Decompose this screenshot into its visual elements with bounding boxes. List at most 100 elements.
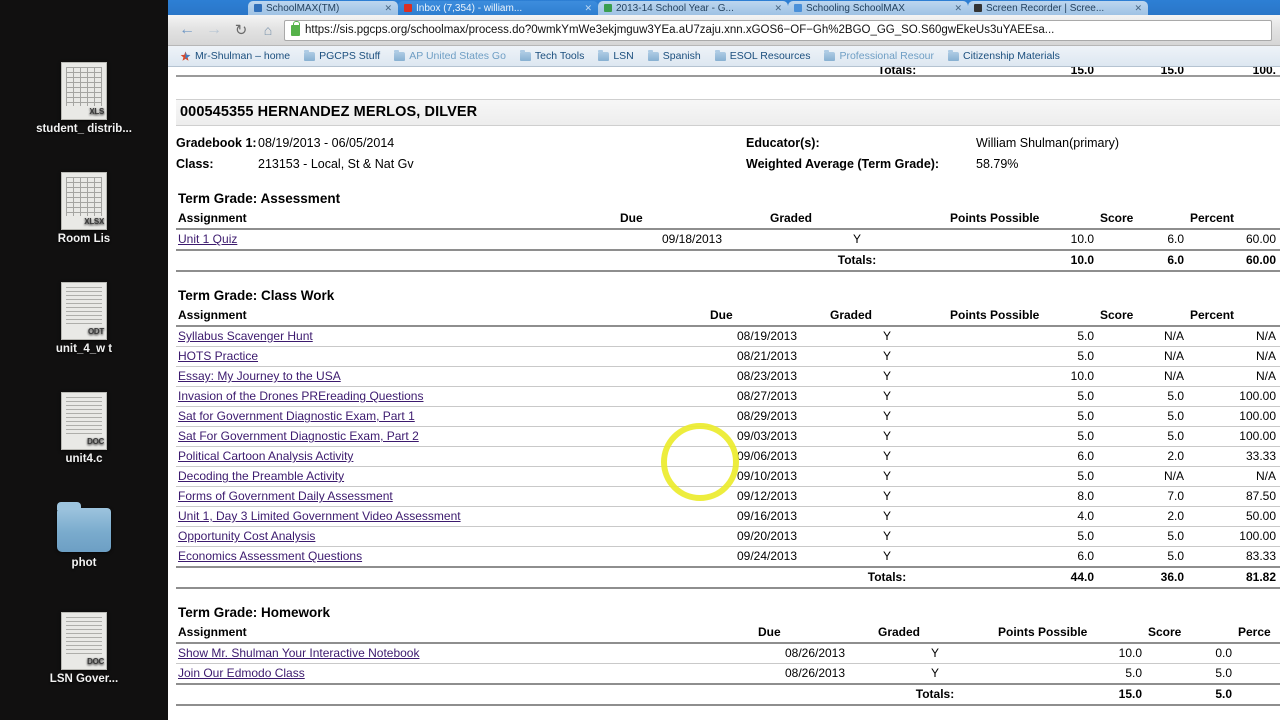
assignment-link[interactable]: Invasion of the Drones PREreading Questi… [178, 389, 423, 403]
tab-close-icon[interactable]: ✕ [379, 3, 392, 14]
desktop-icon-5[interactable]: DOC LSN Gover... [0, 612, 168, 686]
class-value: 213153 - Local, St & Nat Gv [258, 157, 414, 171]
cell-percent: 100.00 [1188, 426, 1280, 447]
assignment-link[interactable]: Decoding the Preamble Activity [178, 469, 344, 483]
tab-close-icon[interactable]: ✕ [1129, 3, 1142, 14]
assignment-link[interactable]: Economics Assessment Questions [178, 549, 362, 563]
assignment-link[interactable]: Sat For Government Diagnostic Exam, Part… [178, 429, 419, 443]
assignment-link[interactable]: Unit 1, Day 3 Limited Government Video A… [178, 509, 461, 523]
cell-percent: 87.50 [1188, 486, 1280, 507]
desktop-icon-1[interactable]: XLSX Room Lis [0, 172, 168, 246]
bookmark-1[interactable]: PGCPS Stuff [298, 49, 386, 63]
page-content: Totals: 15.0 15.0 100. 000545355 HERNAND… [168, 67, 1280, 720]
assignment-link[interactable]: Forms of Government Daily Assessment [178, 489, 393, 503]
address-bar[interactable]: https://sis.pgcps.org/schoolmax/process.… [284, 19, 1272, 41]
tab-close-icon[interactable]: ✕ [579, 3, 592, 14]
bookmark-6[interactable]: ESOL Resources [709, 49, 817, 63]
grades-table-1: Assignment Due Graded Points Possible Score P… [176, 306, 1280, 589]
col-assignment: Assignment [176, 306, 708, 327]
cell-graded: Y [828, 366, 948, 387]
assignment-link[interactable]: Opportunity Cost Analysis [178, 529, 315, 543]
file-icon: ODT [61, 282, 107, 340]
desktop-icon-0[interactable]: XLS student_ distrib... [0, 62, 168, 136]
assignment-link[interactable]: HOTS Practice [178, 349, 258, 363]
col-due: Due [618, 209, 768, 230]
tab-strip: SchoolMAX(TM) ✕ Inbox (7,354) - william...… [168, 0, 1280, 15]
table-row: Sat for Government Diagnostic Exam, Part… [176, 406, 1280, 427]
table-row: Invasion of the Drones PREreading Questi… [176, 386, 1280, 407]
desktop-icon-label: student_ distrib... [36, 123, 132, 135]
cell-due: 08/23/2013 [708, 366, 828, 387]
desktop-icon-2[interactable]: ODT unit_4_w t [0, 282, 168, 356]
table-row: Economics Assessment Questions 09/24/2013… [176, 546, 1280, 568]
table-row: Sat For Government Diagnostic Exam, Part… [176, 426, 1280, 447]
folder-icon [824, 49, 836, 61]
bookmark-5[interactable]: Spanish [642, 49, 707, 63]
cell-score: 5.0 [1098, 386, 1188, 407]
col-score: Score [1098, 306, 1188, 327]
cell-score: N/A [1098, 346, 1188, 367]
clipped-totals-score: 15.0 [1160, 67, 1184, 77]
tab-close-icon[interactable]: ✕ [769, 3, 782, 14]
col-graded: Graded [828, 306, 948, 327]
assignment-link[interactable]: Political Cartoon Analysis Activity [178, 449, 353, 463]
cell-points-possible: 5.0 [948, 466, 1098, 487]
totals-points-possible: 44.0 [948, 566, 1098, 589]
cell-graded: Y [828, 326, 948, 347]
cell-percent: N/A [1188, 366, 1280, 387]
assignment-link[interactable]: Join Our Edmodo Class [178, 666, 305, 680]
col-points-possible: Points Possible [948, 209, 1098, 230]
cell-graded: Y [828, 526, 948, 547]
tab-favicon [794, 4, 802, 12]
col-points-possible: Points Possible [948, 306, 1098, 327]
cell-score: 5.0 [1146, 663, 1236, 685]
cell-percent: 100.00 [1188, 526, 1280, 547]
tab-favicon [404, 4, 412, 12]
weighted-average-value: 58.79% [976, 157, 1019, 171]
bookmark-3[interactable]: Tech Tools [514, 49, 590, 63]
table-row: Syllabus Scavenger Hunt 08/19/2013 Y 5.0 N/A… [176, 326, 1280, 347]
bookmark-2[interactable]: AP United States Go [388, 49, 512, 63]
table-row: Unit 1, Day 3 Limited Government Video A… [176, 506, 1280, 527]
forward-button-icon[interactable]: → [203, 19, 225, 41]
bookmark-0[interactable]: Mr-Shulman – home [174, 49, 296, 63]
browser-tab-4[interactable]: Screen Recorder | Scree... ✕ [968, 1, 1148, 15]
assignment-link[interactable]: Sat for Government Diagnostic Exam, Part… [178, 409, 415, 423]
desktop-icon-4[interactable]: phot [0, 502, 168, 570]
tab-close-icon[interactable]: ✕ [949, 3, 962, 14]
assignment-link[interactable]: Essay: My Journey to the USA [178, 369, 341, 383]
cell-due: 09/18/2013 [618, 229, 768, 251]
cell-due: 08/19/2013 [708, 326, 828, 347]
desktop-icon-3[interactable]: DOC unit4.c [0, 392, 168, 466]
bookmark-label: ESOL Resources [729, 50, 811, 62]
totals-score: 36.0 [1098, 566, 1188, 589]
assignment-link[interactable]: Show Mr. Shulman Your Interactive Notebo… [178, 646, 419, 660]
clipped-totals-row: Totals: 15.0 15.0 100. [176, 67, 1280, 77]
back-button-icon[interactable]: ← [176, 19, 198, 41]
totals-percent: 60.00 [1188, 249, 1280, 272]
browser-tab-0[interactable]: SchoolMAX(TM) ✕ [248, 1, 398, 15]
cell-points-possible: 10.0 [948, 229, 1098, 251]
bookmark-4[interactable]: LSN [592, 49, 639, 63]
cell-score: 5.0 [1098, 426, 1188, 447]
folder-icon [714, 49, 726, 61]
cell-due: 09/03/2013 [708, 426, 828, 447]
browser-tab-1[interactable]: Inbox (7,354) - william... ✕ [398, 1, 598, 15]
assignment-link[interactable]: Syllabus Scavenger Hunt [178, 329, 313, 343]
home-icon[interactable]: ⌂ [257, 19, 279, 41]
lock-icon [291, 20, 300, 36]
reload-icon[interactable]: ↻ [230, 19, 252, 41]
browser-tab-3[interactable]: Schooling SchoolMAX ✕ [788, 1, 968, 15]
assignment-link[interactable]: Unit 1 Quiz [178, 232, 237, 246]
bookmark-8[interactable]: Citizenship Materials [942, 49, 1066, 63]
cell-percent: N/A [1188, 346, 1280, 367]
file-icon: XLSX [61, 172, 107, 230]
tab-title: Schooling SchoolMAX [806, 2, 905, 14]
browser-tab-2[interactable]: 2013-14 School Year - G... ✕ [598, 1, 788, 15]
desktop-icon-label: LSN Gover... [49, 673, 119, 685]
cell-percent: N/A [1188, 466, 1280, 487]
bookmark-7[interactable]: Professional Resour [818, 49, 940, 63]
cell-due: 09/24/2013 [708, 546, 828, 568]
cell-graded: Y [828, 426, 948, 447]
cell-points-possible: 10.0 [996, 643, 1146, 664]
